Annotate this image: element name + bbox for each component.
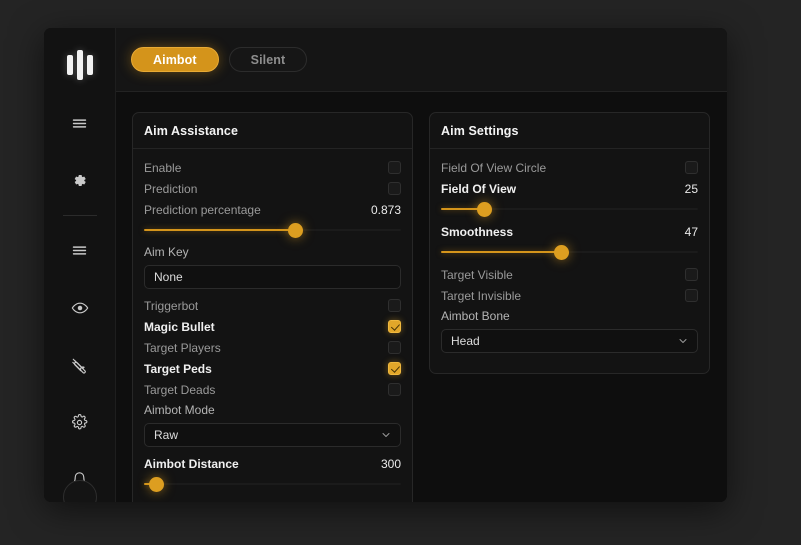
select-aimbot-mode[interactable]: Raw: [144, 423, 401, 447]
setting-value: 0.873: [370, 202, 401, 217]
setting-label: Smoothness: [441, 224, 514, 239]
chevron-down-icon: [677, 335, 689, 347]
label-aim-key: Aim Key: [144, 245, 189, 259]
setting-label: Target Invisible: [441, 288, 522, 303]
eye-icon: [71, 299, 89, 317]
setting-value: 47: [684, 224, 698, 239]
slider-field-of-view[interactable]: [441, 200, 698, 218]
panel-body: Field Of View Circle Field Of View 25 Sm…: [430, 149, 709, 373]
setting-row-magic-bullet[interactable]: Magic Bullet: [144, 316, 401, 337]
setting-label: Field Of View Circle: [441, 160, 547, 175]
select-value: Head: [451, 334, 480, 348]
app-window: Aimbot Silent Aim Assistance Enable Pred…: [44, 28, 727, 502]
panel-body: Enable Prediction Prediction percentage …: [133, 149, 412, 502]
setting-row-target-players[interactable]: Target Players: [144, 337, 401, 358]
setting-row-smoothness: Smoothness 47: [441, 221, 698, 242]
slider-track: [144, 483, 401, 485]
main-area: Aimbot Silent Aim Assistance Enable Pred…: [116, 28, 727, 502]
setting-row-target-invisible[interactable]: Target Invisible: [441, 285, 698, 306]
slider-prediction-percentage[interactable]: [144, 221, 401, 239]
slider-thumb[interactable]: [477, 202, 493, 217]
slider-aimbot-distance[interactable]: [144, 475, 401, 493]
checkbox-target-invisible[interactable]: [685, 289, 698, 302]
slider-fill: [441, 251, 562, 253]
slider-thumb[interactable]: [554, 245, 570, 260]
setting-row-target-deads[interactable]: Target Deads: [144, 379, 401, 400]
setting-label: Target Peds: [144, 361, 212, 376]
logo-bar-middle: [76, 50, 83, 81]
slider-thumb[interactable]: [288, 223, 304, 238]
setting-label: Field Of View: [441, 181, 517, 196]
setting-row-triggerbot[interactable]: Triggerbot: [144, 295, 401, 316]
panel-title: Aim Assistance: [133, 113, 412, 149]
tools-icon: [71, 357, 88, 374]
setting-label: Enable: [144, 160, 182, 175]
equalizer-logo-icon: [58, 44, 102, 86]
select-aimbot-bone[interactable]: Head: [441, 329, 698, 353]
setting-label: Triggerbot: [144, 298, 199, 313]
slider-fill: [144, 229, 296, 231]
select-value: Raw: [154, 428, 179, 442]
input-aim-key[interactable]: None: [144, 265, 401, 289]
label-aimbot-bone: Aimbot Bone: [441, 309, 510, 323]
checkbox-triggerbot[interactable]: [388, 299, 401, 312]
setting-row-enable[interactable]: Enable: [144, 157, 401, 178]
setting-label: Target Players: [144, 340, 221, 355]
content-area: Aim Assistance Enable Prediction Predict…: [116, 92, 727, 502]
sidebar-item-visuals[interactable]: [58, 287, 102, 329]
tab-aimbot[interactable]: Aimbot: [131, 47, 219, 72]
sidebar-item-settings[interactable]: [58, 402, 102, 444]
sidebar-item-menu-top[interactable]: [58, 102, 102, 144]
setting-row-field-of-view-circle[interactable]: Field Of View Circle: [441, 157, 698, 178]
checkbox-target-visible[interactable]: [685, 268, 698, 281]
setting-label: Aimbot Distance: [144, 456, 239, 471]
setting-label: Target Visible: [441, 267, 513, 282]
setting-label: Prediction: [144, 181, 198, 196]
logo-bar-left: [66, 55, 73, 76]
sidebar: [44, 28, 116, 502]
setting-row-prediction-percentage: Prediction percentage 0.873: [144, 199, 401, 220]
gear-filled-icon: [71, 172, 88, 189]
panel-title: Aim Settings: [430, 113, 709, 149]
sidebar-item-tools[interactable]: [58, 344, 102, 386]
checkbox-prediction[interactable]: [388, 182, 401, 195]
panel-aim-assistance: Aim Assistance Enable Prediction Predict…: [132, 112, 413, 502]
slider-thumb[interactable]: [149, 477, 165, 492]
setting-label: Magic Bullet: [144, 319, 215, 334]
checkbox-target-deads[interactable]: [388, 383, 401, 396]
setting-row-target-visible[interactable]: Target Visible: [441, 264, 698, 285]
checkbox-enable[interactable]: [388, 161, 401, 174]
checkbox-magic-bullet[interactable]: [388, 320, 401, 333]
chevron-down-icon: [380, 429, 392, 441]
logo-bar-right: [86, 55, 93, 76]
panel-aim-settings: Aim Settings Field Of View Circle Field …: [429, 112, 710, 374]
sidebar-item-menu[interactable]: [58, 229, 102, 271]
slider-smoothness[interactable]: [441, 243, 698, 261]
setting-label: Prediction percentage: [144, 202, 261, 217]
setting-value: 300: [380, 456, 401, 471]
label-aimbot-mode: Aimbot Mode: [144, 403, 215, 417]
menu-icon: [71, 242, 88, 259]
checkbox-target-players[interactable]: [388, 341, 401, 354]
sidebar-item-settings-top[interactable]: [58, 159, 102, 201]
checkbox-target-peds[interactable]: [388, 362, 401, 375]
setting-value: 25: [684, 181, 698, 196]
setting-row-aimbot-distance: Aimbot Distance 300: [144, 453, 401, 474]
gear-icon: [71, 414, 88, 431]
checkbox-field-of-view-circle[interactable]: [685, 161, 698, 174]
sidebar-divider: [62, 215, 97, 217]
input-value: None: [154, 270, 183, 284]
tab-silent[interactable]: Silent: [228, 47, 308, 72]
setting-label: Target Deads: [144, 382, 216, 397]
setting-row-field-of-view: Field Of View 25: [441, 178, 698, 199]
setting-row-target-peds[interactable]: Target Peds: [144, 358, 401, 379]
menu-icon: [71, 115, 88, 132]
setting-row-prediction[interactable]: Prediction: [144, 178, 401, 199]
tab-bar: Aimbot Silent: [116, 28, 727, 92]
